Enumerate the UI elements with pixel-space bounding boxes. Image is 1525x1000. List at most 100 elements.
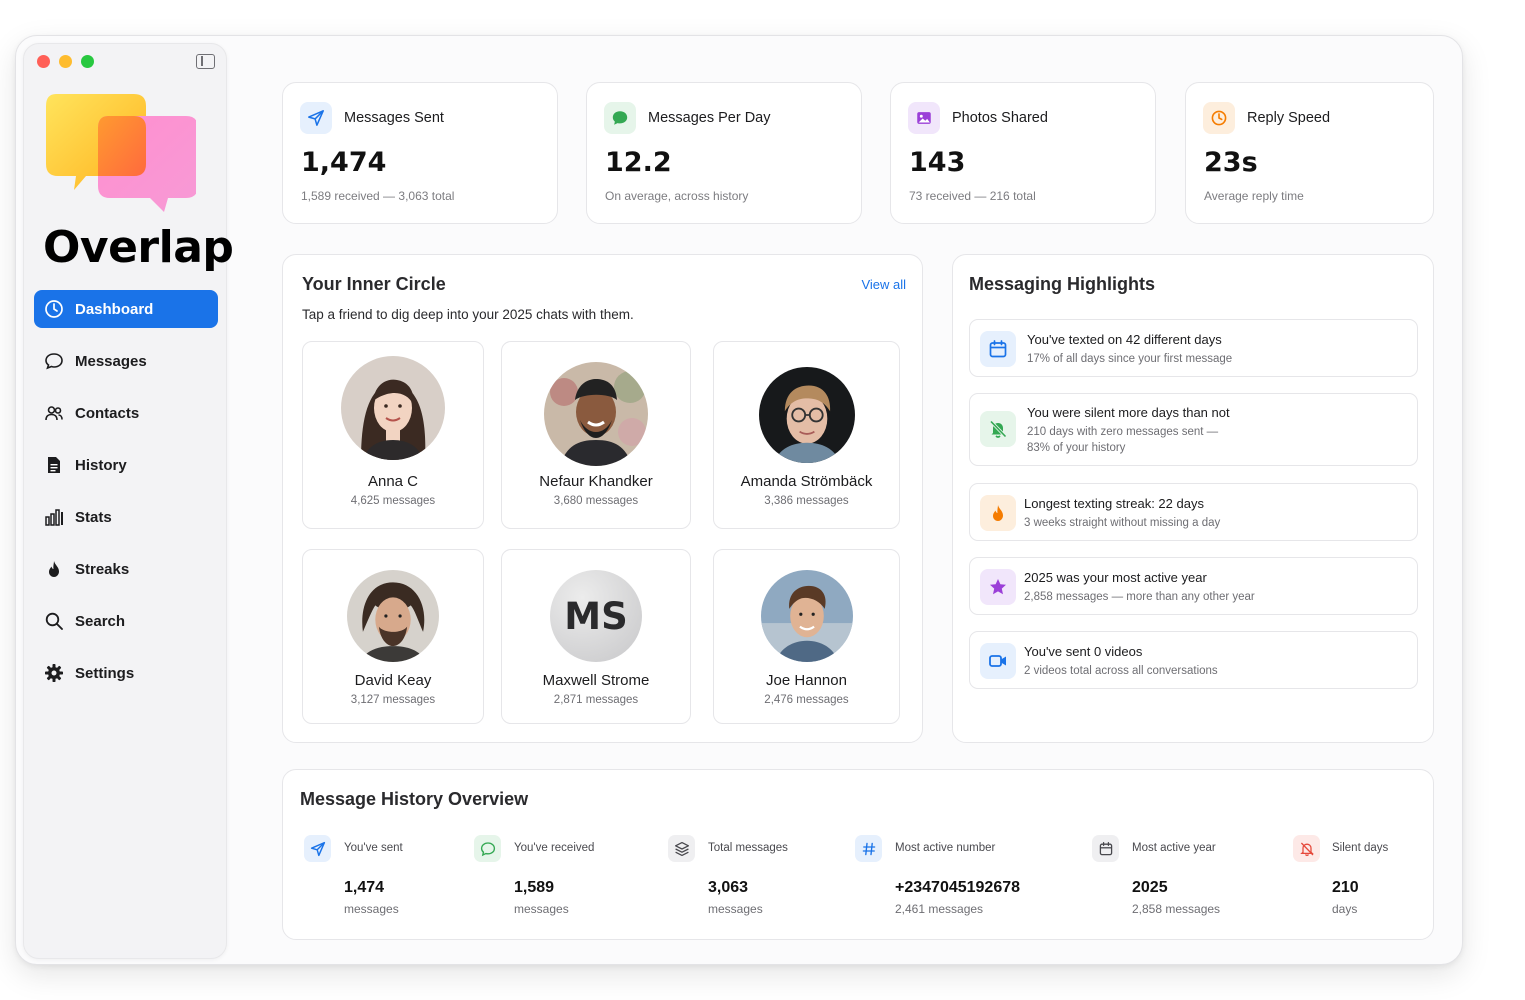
photo-icon (908, 102, 940, 134)
friend-card-nefaur-khandker[interactable]: Nefaur Khandker 3,680 messages (501, 341, 691, 529)
highlight-title: You were silent more days than not (1027, 405, 1230, 420)
friend-name: Maxwell Strome (542, 672, 650, 689)
overview-subtext: days (1332, 902, 1358, 916)
overview-label: You've sent (344, 842, 403, 854)
highlight-subtext: 2,858 messages — more than any other yea… (1024, 591, 1255, 603)
highlight-subtext: 3 weeks straight without missing a day (1024, 517, 1221, 529)
video-icon (980, 643, 1016, 679)
paper-plane-icon (304, 835, 331, 862)
highlight-title: Longest texting streak: 22 days (1024, 496, 1204, 511)
avatar (760, 570, 853, 662)
highlight-subtext-line2: 83% of your history (1027, 442, 1126, 454)
highlight-title: 2025 was your most active year (1024, 570, 1207, 585)
clock-icon (1203, 102, 1235, 134)
overview-subtext: messages (514, 902, 569, 916)
stat-subtext: On average, across history (605, 189, 749, 203)
overview-value: 3,063 (708, 879, 749, 896)
overview-value: 210 (1332, 879, 1359, 896)
friend-card-david-keay[interactable]: David Keay 3,127 messages (302, 549, 484, 724)
overview-label: You've received (514, 842, 595, 854)
overview-subtext: messages (344, 902, 399, 916)
stat-title: Messages Sent (344, 110, 444, 126)
stat-card-messages-sent[interactable]: Messages Sent 1,474 1,589 received — 3,0… (282, 82, 558, 224)
overview-value: +2347045192678 (895, 879, 1021, 896)
friend-message-count: 2,871 messages (553, 694, 639, 706)
friend-card-anna-c[interactable]: Anna C 4,625 messages (302, 341, 484, 529)
stat-card-messages-per-day[interactable]: Messages Per Day 12.2 On average, across… (586, 82, 862, 224)
highlight-title: You've sent 0 videos (1024, 644, 1143, 659)
overview-value: 2025 (1132, 879, 1168, 896)
stat-value: 12.2 (605, 147, 672, 178)
stat-card-reply-speed[interactable]: Reply Speed 23s Average reply time (1185, 82, 1434, 224)
paper-plane-icon (300, 102, 332, 134)
flame-icon (980, 495, 1016, 531)
panel-title: Your Inner Circle (302, 274, 446, 294)
friend-message-count: 2,476 messages (764, 694, 849, 706)
highlight-item[interactable]: Longest texting streak: 22 days 3 weeks … (969, 483, 1418, 541)
friend-message-count: 3,680 messages (553, 495, 639, 507)
stat-title: Photos Shared (952, 110, 1048, 126)
app-window: Overlap Dashboard Messages Contacts Hist… (15, 35, 1463, 965)
friend-card-joe-hannon[interactable]: Joe Hannon 2,476 messages (713, 549, 900, 724)
overview-label: Most active year (1132, 842, 1216, 854)
overview-subtext: 2,858 messages (1132, 902, 1221, 916)
star-icon (980, 569, 1016, 605)
highlight-subtext: 2 videos total across all conversations (1024, 665, 1218, 677)
friend-message-count: 4,625 messages (350, 495, 436, 507)
message-bubble-icon (604, 102, 636, 134)
avatar-initials-text: MS (564, 594, 628, 638)
messaging-highlights-panel: Messaging Highlights You've texted on 42… (952, 254, 1434, 743)
message-bubble-icon (474, 835, 501, 862)
stat-value: 23s (1204, 147, 1258, 178)
view-all-link[interactable]: View all (861, 277, 906, 292)
friend-card-amanda-stromback[interactable]: Amanda Strömbäck 3,386 messages (713, 341, 900, 529)
highlight-subtext: 17% of all days since your first message (1027, 353, 1233, 365)
stat-title: Messages Per Day (648, 110, 771, 126)
friend-name: David Keay (354, 672, 432, 689)
stat-subtext: Average reply time (1204, 189, 1304, 203)
avatar (544, 362, 648, 466)
friend-name: Anna C (367, 473, 419, 490)
highlight-item[interactable]: You've sent 0 videos 2 videos total acro… (969, 631, 1418, 689)
highlight-subtext: 210 days with zero messages sent — (1027, 426, 1219, 438)
friend-name: Amanda Strömbäck (740, 473, 873, 490)
stat-subtext: 73 received — 216 total (909, 189, 1036, 203)
hash-icon (855, 835, 882, 862)
stat-card-photos-shared[interactable]: Photos Shared 143 73 received — 216 tota… (890, 82, 1156, 224)
avatar (758, 367, 855, 463)
inner-circle-panel: Your Inner Circle View all Tap a friend … (282, 254, 923, 743)
layers-icon (668, 835, 695, 862)
message-history-overview-panel: Message History Overview You've sent 1,4… (282, 769, 1434, 940)
main-content: Messages Sent 1,474 1,589 received — 3,0… (16, 36, 1462, 964)
friend-message-count: 3,127 messages (350, 694, 436, 706)
calendar-icon (980, 331, 1016, 367)
panel-title: Message History Overview (300, 789, 529, 809)
highlight-item[interactable]: 2025 was your most active year 2,858 mes… (969, 557, 1418, 615)
friend-name: Joe Hannon (766, 672, 847, 689)
stat-subtext: 1,589 received — 3,063 total (301, 189, 455, 203)
friend-card-maxwell-strome[interactable]: MS Maxwell Strome 2,871 messages (501, 549, 691, 724)
overview-value: 1,474 (344, 879, 385, 896)
calendar-icon (1092, 835, 1119, 862)
friend-message-count: 3,386 messages (764, 495, 849, 507)
bell-off-icon (980, 411, 1016, 447)
overview-label: Most active number (895, 842, 996, 854)
panel-subtitle: Tap a friend to dig deep into your 2025 … (302, 307, 634, 322)
stat-title: Reply Speed (1247, 110, 1331, 126)
friend-name: Nefaur Khandker (539, 473, 653, 490)
avatar (347, 570, 439, 662)
stat-value: 143 (909, 147, 966, 178)
overview-label: Silent days (1332, 842, 1389, 854)
highlight-item[interactable]: You were silent more days than not 210 d… (969, 393, 1418, 466)
overview-value: 1,589 (514, 879, 555, 896)
avatar (341, 356, 445, 460)
avatar-initials: MS (550, 570, 642, 662)
overview-subtext: messages (708, 902, 763, 916)
panel-title: Messaging Highlights (969, 274, 1156, 294)
highlight-title: You've texted on 42 different days (1027, 332, 1222, 347)
bell-off-icon (1293, 835, 1320, 862)
overview-subtext: 2,461 messages (895, 902, 984, 916)
highlight-item[interactable]: You've texted on 42 different days 17% o… (969, 319, 1418, 377)
overview-label: Total messages (708, 842, 788, 854)
stat-value: 1,474 (301, 147, 387, 178)
